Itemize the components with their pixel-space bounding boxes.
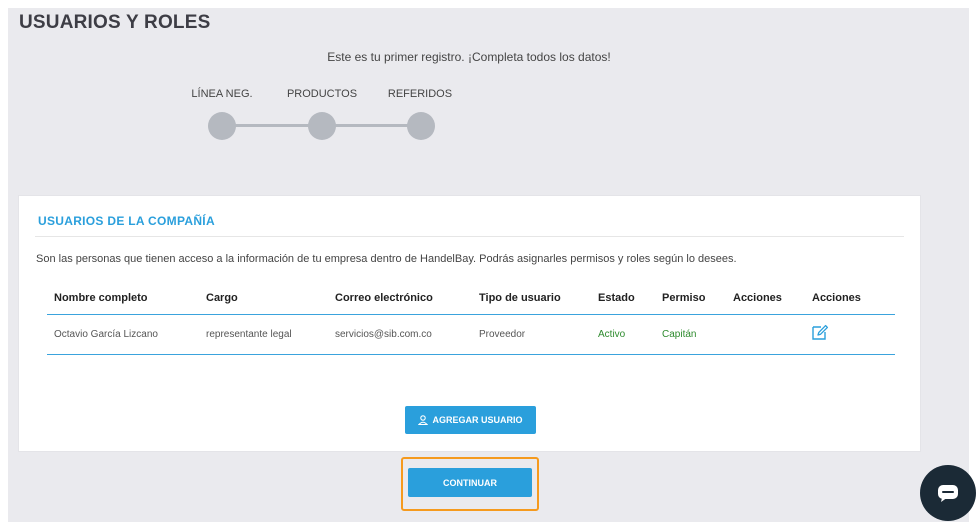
users-card: USUARIOS DE LA COMPAÑÍA Son las personas…	[18, 195, 921, 452]
step-label-productos: PRODUCTOS	[286, 88, 358, 100]
column-header-actions-2: Acciones	[812, 292, 861, 304]
column-header-user-type: Tipo de usuario	[479, 292, 561, 304]
cell-name: Octavio García Lizcano	[54, 329, 158, 340]
column-header-permission: Permiso	[662, 292, 706, 304]
column-header-position: Cargo	[206, 292, 238, 304]
users-card-description: Son las personas que tienen acceso a la …	[36, 253, 737, 265]
chat-widget-button[interactable]	[920, 465, 976, 521]
step-label-referidos: REFERIDOS	[387, 88, 453, 100]
continue-button[interactable]: CONTINUAR	[408, 468, 532, 497]
step-dot-productos[interactable]	[308, 112, 336, 140]
edit-icon[interactable]	[811, 323, 829, 341]
cell-status: Activo	[598, 329, 626, 340]
step-connector-1	[222, 124, 322, 127]
column-header-name: Nombre completo	[54, 292, 148, 304]
step-dot-linea-neg[interactable]	[208, 112, 236, 140]
column-header-email: Correo electrónico	[335, 292, 433, 304]
step-label-linea-neg: LÍNEA NEG.	[191, 88, 253, 100]
table-header-line	[47, 314, 895, 315]
add-user-label: AGREGAR USUARIO	[432, 415, 523, 425]
card-divider	[35, 236, 904, 237]
page-title: USUARIOS Y ROLES	[19, 12, 211, 33]
first-record-message: Este es tu primer registro. ¡Completa to…	[327, 50, 611, 64]
column-header-status: Estado	[598, 292, 635, 304]
user-icon	[418, 415, 429, 425]
users-card-title: USUARIOS DE LA COMPAÑÍA	[38, 214, 215, 228]
step-dot-referidos[interactable]	[407, 112, 435, 140]
cell-position: representante legal	[206, 329, 292, 340]
cell-user-type: Proveedor	[479, 329, 526, 340]
column-header-actions: Acciones	[733, 292, 782, 304]
table-bottom-line	[47, 354, 895, 355]
cell-email: servicios@sib.com.co	[335, 329, 432, 340]
chat-icon	[938, 485, 958, 502]
add-user-button[interactable]: AGREGAR USUARIO	[405, 406, 536, 434]
cell-permission: Capitán	[662, 329, 697, 340]
